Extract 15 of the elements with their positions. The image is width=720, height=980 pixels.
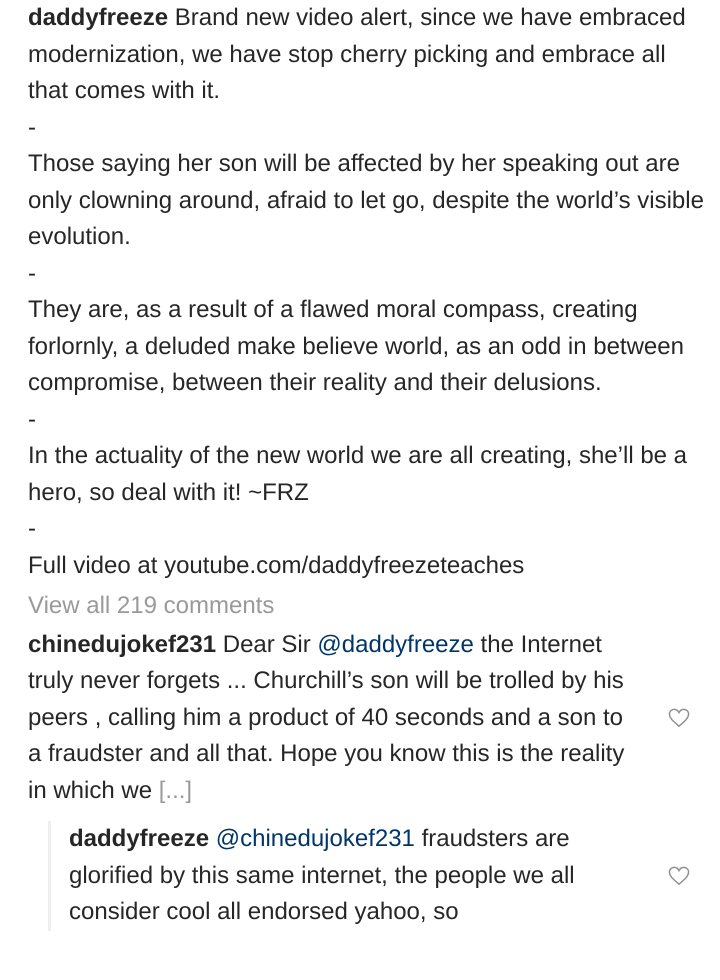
heart-icon[interactable] (668, 866, 690, 886)
caption-text: In the actuality of the new world we are all creating, she’ll be a hero, so deal with it! ~FRZ (28, 441, 688, 508)
caption-text: - (28, 514, 37, 544)
reply-text: daddyfreeze @chinedujokef231 fraudsters are glorified by this same internet, the people we all consider cool all endorsed yahoo, so (69, 824, 576, 927)
heart-icon[interactable] (668, 708, 690, 728)
mention-link[interactable]: @chinedujokef231 (216, 825, 415, 852)
caption-text: - (28, 404, 37, 434)
caption-text: Full video at youtube.com/daddyfreezeteaches (28, 550, 526, 580)
mention-link[interactable]: @daddyfreeze (317, 630, 474, 658)
comment-text: chinedujokef231 Dear Sir @daddyfreeze the Internet truly never forgets ... Churchill’s son will be trolled by his peers , calling him a product of 40 seconds and a son to a fraudster and all that. Hope you know this is the reality in which we [...] (28, 630, 626, 806)
caption-text: daddyfreeze Brand new video alert, since we have embraced modernization, we have stop cherry picking and embrace all that comes with it. (28, 3, 687, 106)
caption-text: They are, as a result of a flawed moral compass, creating forlornly, a deluded make believe world, as an odd in between compromise, between their reality and their delusions. (28, 295, 685, 398)
caption-text: - (28, 258, 37, 288)
caption-text: - (28, 112, 37, 142)
caption-text: Those saying her son will be affected by her speaking out are only clowning around, afraid to let go, despite the world’s visible evolution. (28, 149, 705, 252)
